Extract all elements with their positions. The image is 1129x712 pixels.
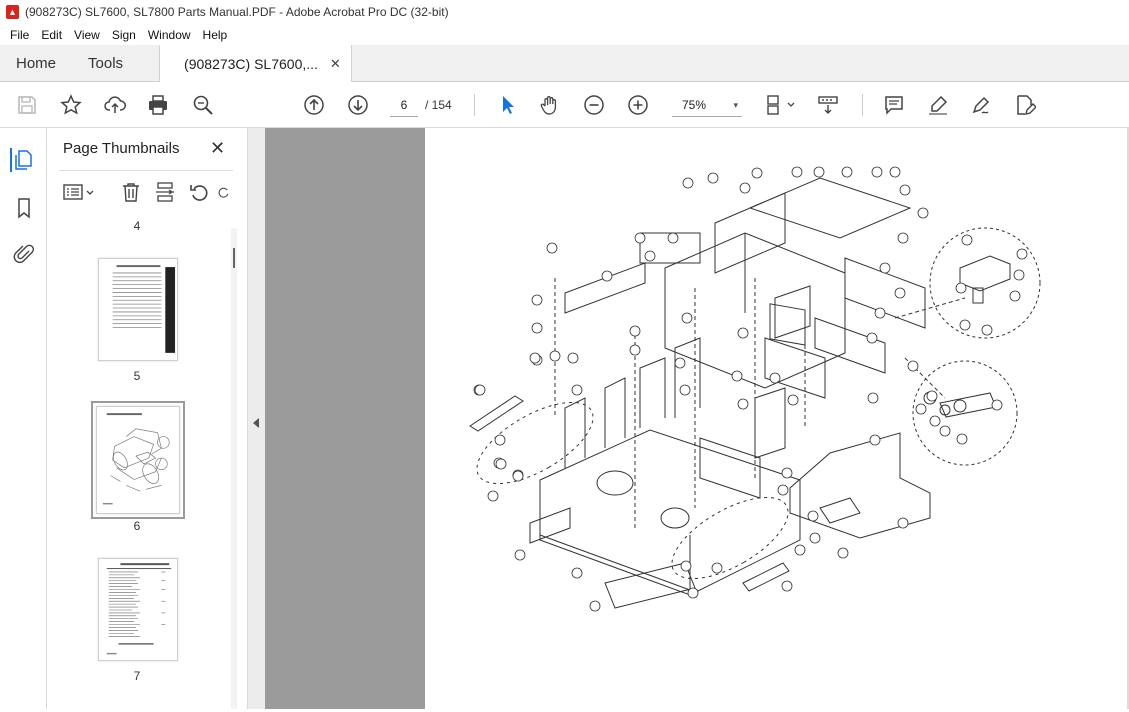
- prev-page-icon[interactable]: [301, 92, 327, 118]
- document-background: [265, 128, 425, 709]
- page-7-preview: [106, 563, 172, 655]
- menu-window[interactable]: Window: [142, 28, 197, 42]
- scroll-mode-icon[interactable]: [815, 92, 841, 118]
- fuel-tank: [789, 432, 931, 539]
- tab-tools[interactable]: Tools: [72, 45, 139, 81]
- delete-icon[interactable]: [119, 180, 143, 204]
- bookmark-star-icon[interactable]: [58, 92, 84, 118]
- left-rail: [0, 128, 47, 709]
- bookmarks-icon[interactable]: [12, 196, 36, 220]
- detail-circle-upper: [929, 227, 1041, 339]
- roof: [748, 177, 912, 239]
- wheel-hub: [596, 470, 634, 496]
- title-bar: ▲ (908273C) SL7600, SL7800 Parts Manual.…: [0, 0, 1129, 24]
- right-track: [671, 496, 789, 580]
- zoom-out-icon[interactable]: [581, 92, 607, 118]
- thumbnail-label: 4: [133, 219, 141, 233]
- page-5-preview: [112, 265, 176, 353]
- thumbnail-page-5[interactable]: [98, 258, 178, 361]
- menu-help[interactable]: Help: [197, 28, 234, 42]
- panel-title: Page Thumbnails: [63, 140, 180, 157]
- left-track: [476, 401, 594, 485]
- divider: [59, 170, 233, 171]
- document-page[interactable]: [425, 128, 1127, 709]
- attachment-icon[interactable]: [12, 242, 36, 266]
- comment-icon[interactable]: [881, 92, 907, 118]
- page-number-input[interactable]: 6: [390, 93, 418, 117]
- chevron-down-icon: ▾: [733, 100, 738, 110]
- page-thumbnails-icon[interactable]: [10, 148, 34, 172]
- toolbar-divider: [862, 94, 863, 116]
- toolbar-divider: [474, 94, 475, 116]
- edit-pdf-icon[interactable]: [1012, 92, 1038, 118]
- zoom-value: 75%: [682, 98, 707, 112]
- tab-document-label: (908273C) SL7600,...: [184, 56, 318, 72]
- collapse-panel-icon[interactable]: [253, 418, 259, 428]
- thumbnail-label: 7: [133, 669, 141, 683]
- scrollbar-handle[interactable]: [233, 248, 235, 268]
- thumbnail-page-6[interactable]: [91, 401, 185, 519]
- page-6-preview: [102, 413, 170, 505]
- thumbnail-scrollbar[interactable]: [231, 228, 237, 709]
- window-title: (908273C) SL7600, SL7800 Parts Manual.PD…: [25, 5, 449, 19]
- tab-home[interactable]: Home: [0, 45, 72, 81]
- sign-icon[interactable]: [968, 92, 994, 118]
- thumbnails-panel: Page Thumbnails ✕ 4 5 6 7: [47, 128, 247, 709]
- next-page-icon[interactable]: [345, 92, 371, 118]
- highlight-icon[interactable]: [925, 92, 951, 118]
- zoom-in-icon[interactable]: [625, 92, 651, 118]
- insert-pages-icon[interactable]: [153, 180, 177, 204]
- thumbnail-label: 5: [133, 369, 141, 383]
- menu-edit[interactable]: Edit: [35, 28, 68, 42]
- hand-tool-icon[interactable]: [537, 92, 563, 118]
- page-total: / 154: [425, 98, 452, 112]
- page-fit-icon[interactable]: [762, 92, 798, 118]
- main-toolbar: 6 / 154 75% ▾: [0, 82, 1129, 128]
- select-cursor-icon[interactable]: [494, 92, 520, 118]
- thumbnail-page-7[interactable]: [98, 558, 178, 661]
- save-icon[interactable]: [14, 92, 40, 118]
- menu-bar: File Edit View Sign Window Help: [0, 24, 1129, 45]
- upload-icon[interactable]: [102, 92, 128, 118]
- rotate-icon[interactable]: [187, 180, 211, 204]
- search-icon[interactable]: [190, 92, 216, 118]
- panel-splitter[interactable]: [247, 128, 265, 709]
- tab-document[interactable]: (908273C) SL7600,... ✕: [159, 45, 352, 83]
- parts-diagram: [469, 166, 1041, 612]
- close-tab-icon[interactable]: ✕: [330, 56, 341, 72]
- zoom-select[interactable]: 75% ▾: [672, 93, 742, 117]
- options-menu-icon[interactable]: [61, 180, 97, 204]
- thumbnail-label: 6: [133, 519, 141, 533]
- rotate-clockwise-icon[interactable]: [217, 180, 231, 204]
- close-icon[interactable]: ✕: [210, 138, 225, 159]
- print-icon[interactable]: [145, 92, 171, 118]
- acrobat-icon: ▲: [6, 5, 19, 19]
- callout-balloons: [473, 166, 1028, 612]
- menu-file[interactable]: File: [4, 28, 35, 42]
- menu-sign[interactable]: Sign: [106, 28, 142, 42]
- menu-view[interactable]: View: [68, 28, 106, 42]
- tab-bar: Home Tools (908273C) SL7600,... ✕: [0, 45, 1129, 83]
- thumbnail-toolbar: [61, 178, 241, 206]
